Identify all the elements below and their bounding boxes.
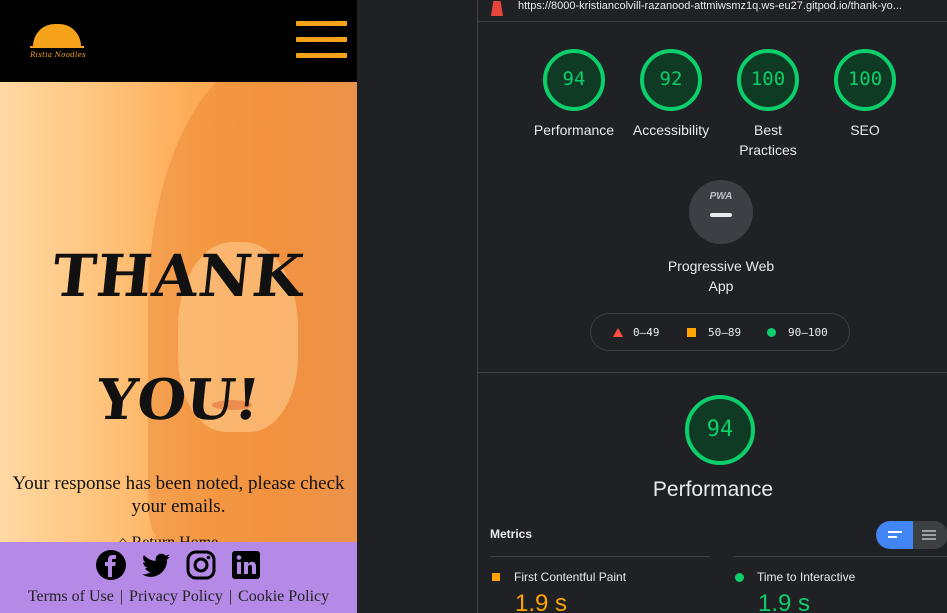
metric-first-contentful-paint: First Contentful Paint 1.9 s [490,556,710,613]
privacy-policy-link[interactable]: Privacy Policy [129,588,223,605]
screenshot-root: Ristia Noodles THANK YOU! Your response … [0,0,947,613]
main-score-value: 94 [706,417,734,442]
hero-section: THANK YOU! Your response has been noted,… [0,82,357,542]
score-label: Accessibility [632,122,710,138]
metric-name: First Contentful Paint [514,570,627,584]
pwa-badge[interactable]: PWA Progressive Web App [666,180,776,296]
instagram-icon[interactable] [185,549,217,581]
metric-value: 1.9 s [758,590,811,613]
score-gauge-best-practices[interactable]: 100 Best Practices [718,48,818,160]
legend-item-fail: 0–49 [613,326,660,339]
cookie-policy-link[interactable]: Cookie Policy [238,588,329,605]
linkedin-icon[interactable] [230,549,262,581]
confirmation-message: Your response has been noted, please che… [12,473,345,517]
score-gauge-accessibility[interactable]: 92 Accessibility [621,48,721,140]
hamburger-menu-icon[interactable] [296,21,347,58]
pwa-icon: PWA [709,191,733,202]
social-links [95,548,265,582]
metric-time-to-interactive: Time to Interactive 1.9 s [733,556,947,613]
metric-name: Time to Interactive [757,570,856,584]
metrics-heading: Metrics [490,527,533,541]
triangle-icon [613,328,623,337]
circle-icon [735,573,744,582]
site-footer: Terms of Use | Privacy Policy | Cookie P… [0,542,357,613]
noodle-bowl-icon [33,24,81,46]
section-divider [478,372,947,373]
site-header: Ristia Noodles [0,0,357,82]
score-label: SEO [850,122,880,138]
score-gauge-seo[interactable]: 100 SEO [815,48,915,140]
report-url-bar: https://8000-kristiancolvill-razanood-at… [478,0,947,22]
main-score-title: Performance [652,478,774,501]
score-gauge-performance[interactable]: 94 Performance [524,48,624,140]
devtools-gap [357,0,477,613]
circle-icon [767,328,776,337]
metrics-view-toggle[interactable] [876,521,947,549]
legend-item-average: 50–89 [687,326,741,339]
pwa-status-dash [710,213,732,217]
footer-links: Terms of Use | Privacy Policy | Cookie P… [0,588,357,606]
footer-separator: | [119,588,124,605]
metric-value: 1.9 s [515,590,568,613]
twitter-icon[interactable] [140,549,172,581]
lighthouse-icon [491,1,503,16]
square-icon [687,328,696,337]
pwa-label: Progressive Web App [667,258,775,294]
terms-of-use-link[interactable]: Terms of Use [28,588,114,605]
legend-item-pass: 90–100 [767,326,828,339]
score-value: 100 [750,68,786,90]
lighthouse-report: https://8000-kristiancolvill-razanood-at… [477,0,947,613]
footer-separator: | [228,588,233,605]
site-logo[interactable]: Ristia Noodles [28,20,88,64]
score-value: 100 [847,68,883,90]
score-legend: 0–49 50–89 90–100 [590,313,850,351]
facebook-icon[interactable] [95,549,127,581]
square-icon [492,573,500,581]
logo-text: Ristia Noodles [30,51,86,59]
report-url[interactable]: https://8000-kristiancolvill-razanood-at… [518,0,946,12]
mobile-preview: Ristia Noodles THANK YOU! Your response … [0,0,357,613]
score-value: 92 [659,68,683,90]
hero-heading-line-1: THANK [49,242,308,310]
hero-heading-line-2: YOU! [93,367,264,433]
return-home-link[interactable]: ⌂ Return Home [118,534,258,542]
score-label: Best Practices [739,122,797,158]
main-score-gauge: 94 [683,393,757,467]
score-value: 94 [562,68,586,90]
score-label: Performance [533,122,615,138]
compact-view-icon[interactable] [876,521,913,549]
home-icon: ⌂ [118,534,128,542]
